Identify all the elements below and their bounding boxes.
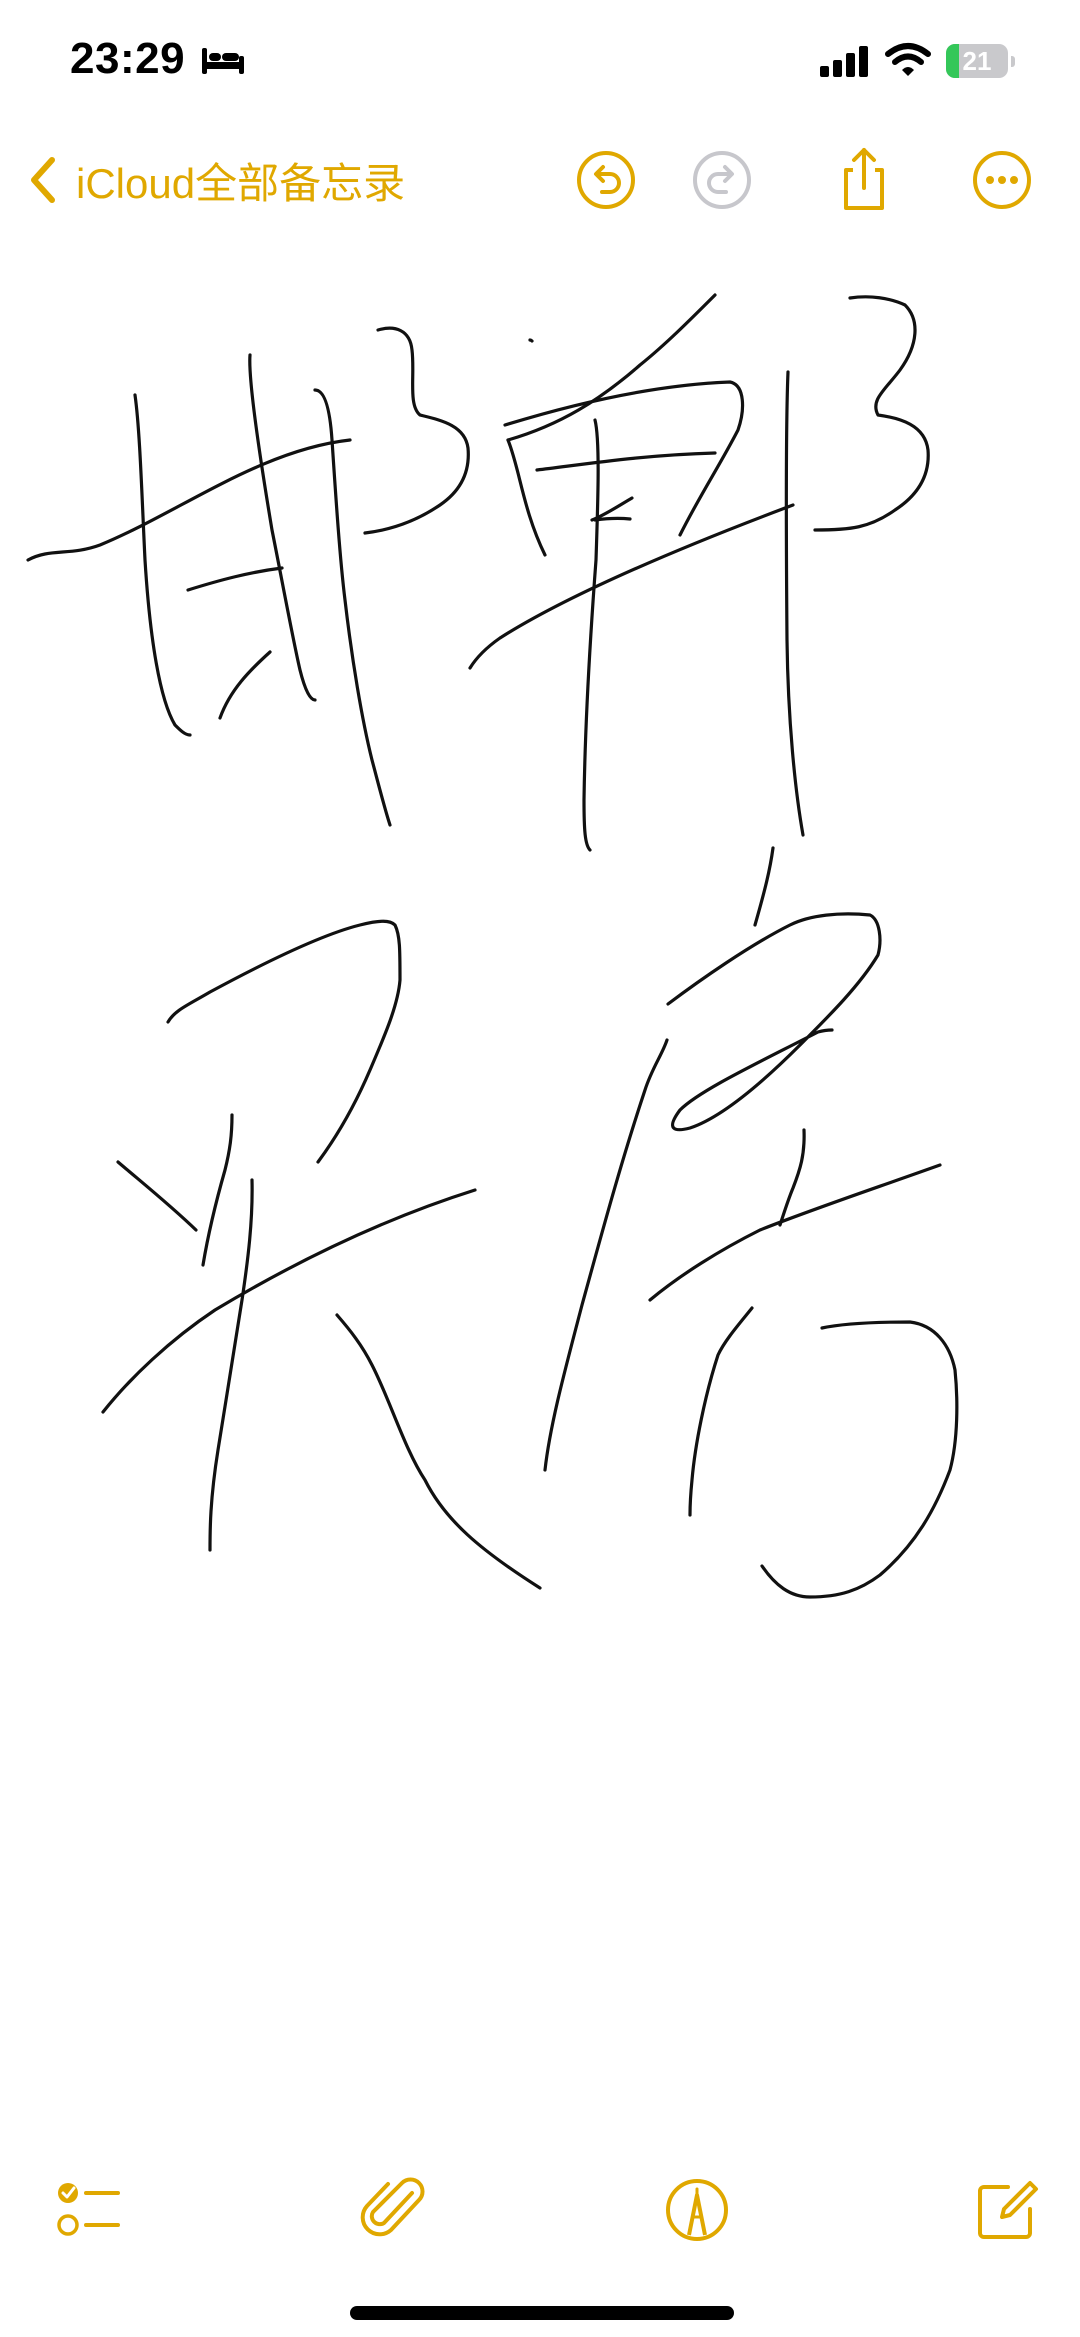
ink-stroke: [26, 438, 352, 562]
ink-stroke: [166, 919, 402, 1164]
wifi-icon: [885, 43, 931, 76]
ink-stroke: [582, 418, 600, 852]
ink-stroke: [688, 1306, 754, 1517]
bottom-toolbar: [0, 2160, 1080, 2260]
ink-stroke: [543, 1038, 669, 1472]
ink-stroke: [133, 393, 192, 737]
ink-stroke: [208, 1178, 254, 1552]
ink-stroke: [760, 1320, 959, 1599]
ink-stroke: [101, 1188, 477, 1414]
ink-stroke: [218, 650, 272, 720]
battery-charging-icon: 21: [946, 44, 1016, 78]
ink-stroke: [535, 451, 717, 472]
chevron-left-icon: [31, 157, 55, 203]
share-icon[interactable]: [830, 146, 898, 214]
ink-stroke: [116, 1160, 198, 1232]
ink-stroke: [753, 846, 775, 927]
battery-level: 21: [962, 46, 992, 76]
compose-icon[interactable]: [972, 2175, 1042, 2245]
ink-stroke: [593, 516, 632, 522]
ink-stroke: [468, 503, 795, 670]
attachment-icon[interactable]: [360, 2175, 430, 2245]
ink-stroke: [506, 438, 547, 557]
ink-stroke: [201, 1113, 234, 1267]
ink-stroke: [813, 295, 930, 532]
ink-stroke: [335, 1313, 542, 1590]
ink-stroke: [778, 1128, 806, 1227]
ink-stroke: [784, 370, 805, 837]
drawing-canvas[interactable]: [0, 240, 1080, 2140]
more-icon[interactable]: [968, 146, 1036, 214]
ink-stroke: [363, 326, 470, 535]
home-indicator[interactable]: [350, 2306, 734, 2320]
nav-bar: iCloud全部备忘录: [0, 130, 1080, 230]
markup-pen-icon[interactable]: [662, 2175, 732, 2245]
bed-icon: [202, 48, 244, 74]
ink-stroke: [248, 353, 317, 702]
back-label: iCloud全部备忘录: [76, 159, 406, 207]
handwriting-drawing: [26, 293, 959, 1599]
checklist-icon[interactable]: [52, 2175, 122, 2245]
ink-stroke: [666, 912, 882, 1132]
status-time: 23:29: [70, 34, 186, 83]
ink-stroke: [528, 338, 534, 343]
undo-icon[interactable]: [572, 146, 640, 214]
cellular-signal-icon: [820, 46, 868, 77]
ink-stroke: [506, 293, 717, 442]
ink-stroke: [313, 388, 392, 827]
redo-icon[interactable]: [688, 146, 756, 214]
back-button[interactable]: iCloud全部备忘录: [28, 140, 405, 220]
ink-stroke: [186, 566, 284, 592]
status-bar: 23:29 21: [0, 0, 1080, 120]
